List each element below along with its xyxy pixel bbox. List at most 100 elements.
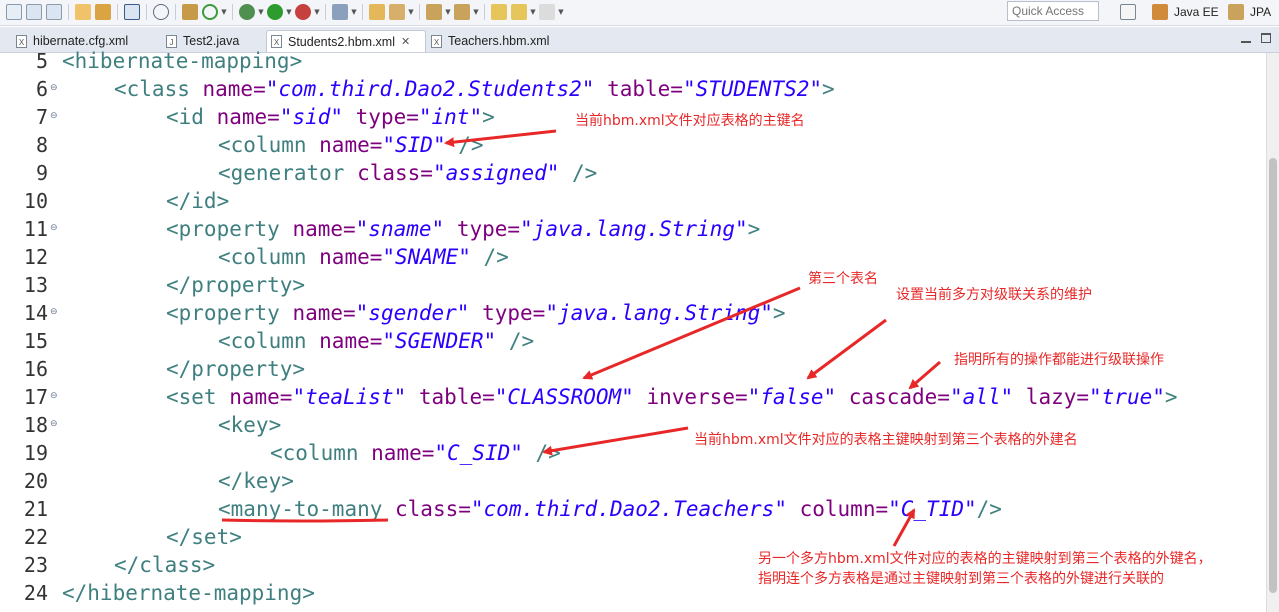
debug-icon[interactable] xyxy=(239,4,255,20)
code-line-9[interactable]: <generator class="assigned" /> xyxy=(218,159,597,187)
new-file-icon[interactable] xyxy=(6,4,22,20)
fold-toggle-icon[interactable]: ⊖ xyxy=(50,391,58,401)
edit-icon[interactable] xyxy=(389,4,405,20)
chevron-down-icon[interactable]: ▼ xyxy=(257,4,265,20)
code-line-17[interactable]: <set name="teaList" table="CLASSROOM" in… xyxy=(166,383,1178,411)
toolbar-file-group: ▼ ▼ ▼ ▼ ▼ ▼ ▼ ▼ ▼ ▼ xyxy=(4,3,565,21)
fold-toggle-icon[interactable]: ⊖ xyxy=(50,419,58,429)
next-annotation-icon[interactable] xyxy=(426,4,442,20)
chevron-down-icon[interactable]: ▼ xyxy=(350,4,358,20)
chevron-down-icon[interactable]: ▼ xyxy=(285,4,293,20)
back-icon[interactable] xyxy=(491,4,507,20)
line-number: 5 xyxy=(35,49,48,73)
skip-breakpoints-icon[interactable] xyxy=(153,4,169,20)
chevron-down-icon[interactable]: ▼ xyxy=(444,4,452,20)
code-line-23[interactable]: </class> xyxy=(114,551,215,579)
hierarchy-icon[interactable] xyxy=(75,4,91,20)
line-number: 11 xyxy=(23,217,48,241)
xml-attribute: name= xyxy=(279,301,356,325)
code-line-12[interactable]: <column name="SNAME" /> xyxy=(218,243,509,271)
xml-file-icon: X xyxy=(431,34,442,48)
code-line-18[interactable]: <key> xyxy=(218,411,281,439)
toolbar-separator xyxy=(117,4,118,20)
scrollbar-thumb[interactable] xyxy=(1269,158,1277,593)
line-number: 18 xyxy=(23,413,48,437)
code-line-11[interactable]: <property name="sname" type="java.lang.S… xyxy=(166,215,760,243)
back-arrow-icon[interactable] xyxy=(511,4,527,20)
minimize-icon[interactable] xyxy=(1241,33,1251,43)
xml-value: "all" xyxy=(949,385,1014,409)
code-line-7[interactable]: <id name="sid" type="int"> xyxy=(166,103,495,131)
jpa-icon xyxy=(1228,4,1244,20)
open-type-icon[interactable] xyxy=(95,4,111,20)
toolbar-separator xyxy=(68,4,69,20)
chevron-down-icon[interactable]: ▼ xyxy=(313,4,321,20)
console-icon[interactable] xyxy=(124,4,140,20)
xml-tag: <column xyxy=(218,133,307,157)
toolbar-separator xyxy=(232,4,233,20)
vertical-scrollbar[interactable] xyxy=(1266,53,1279,612)
line-number: 14 xyxy=(23,301,48,325)
tab-teachers-hbm[interactable]: X Teachers.hbm.xml xyxy=(427,30,567,52)
open-perspective-icon xyxy=(1120,4,1136,20)
previous-annotation-icon[interactable] xyxy=(454,4,470,20)
open-folder-icon[interactable] xyxy=(369,4,385,20)
code-line-21[interactable]: <many-to-many class="com.third.Dao2.Teac… xyxy=(218,495,1002,523)
line-number: 9 xyxy=(35,161,48,185)
code-line-6[interactable]: <class name="com.third.Dao2.Students2" t… xyxy=(114,75,835,103)
xml-tag: </id> xyxy=(166,189,230,213)
code-line-15[interactable]: <column name="SGENDER" /> xyxy=(218,327,534,355)
chevron-down-icon[interactable]: ▼ xyxy=(220,4,228,20)
xml-tag: /> xyxy=(496,329,535,353)
xml-attribute: column= xyxy=(786,497,889,521)
refresh-icon[interactable] xyxy=(202,4,218,20)
annotation-other-side-2: 指明连个多方表格是通过主键映射到第三个表格的外键进行关联的 xyxy=(758,571,1164,587)
code-line-8[interactable]: <column name="SID" /> xyxy=(218,131,484,159)
chevron-down-icon[interactable]: ▼ xyxy=(407,4,415,20)
xml-value: "STUDENTS2" xyxy=(682,77,823,101)
maximize-icon[interactable] xyxy=(1261,33,1271,43)
new-package-icon[interactable] xyxy=(182,4,198,20)
perspective-jpa[interactable]: JPA xyxy=(1226,2,1271,22)
xml-tag: /> xyxy=(470,245,509,269)
line-number: 20 xyxy=(23,469,48,493)
chevron-down-icon[interactable]: ▼ xyxy=(472,4,480,20)
code-line-22[interactable]: </set> xyxy=(166,523,242,551)
xml-tag: <property xyxy=(166,217,280,241)
code-line-14[interactable]: <property name="sgender" type="java.lang… xyxy=(166,299,786,327)
fold-toggle-icon[interactable]: ⊖ xyxy=(50,83,58,93)
chevron-down-icon[interactable]: ▼ xyxy=(529,4,537,20)
xml-value: "java.lang.String" xyxy=(520,217,748,241)
chevron-down-icon[interactable]: ▼ xyxy=(557,4,565,20)
save-icon[interactable] xyxy=(26,4,42,20)
fold-toggle-icon[interactable]: ⊖ xyxy=(50,307,58,317)
annotation-foreign-key: 当前hbm.xml文件对应的表格主键映射到第三个表格的外建名 xyxy=(694,432,1078,448)
quick-access-input[interactable] xyxy=(1007,1,1099,21)
perspective-java-ee[interactable]: Java EE xyxy=(1150,2,1219,22)
forward-arrow-icon[interactable] xyxy=(539,4,555,20)
open-web-browser-icon[interactable] xyxy=(332,4,348,20)
code-line-24[interactable]: </hibernate-mapping> xyxy=(62,579,315,607)
xml-value: "teaList" xyxy=(292,385,407,409)
code-line-13[interactable]: </property> xyxy=(166,271,305,299)
code-line-16[interactable]: </property> xyxy=(166,355,305,383)
line-number: 19 xyxy=(23,441,48,465)
save-all-icon[interactable] xyxy=(46,4,62,20)
fold-toggle-icon[interactable]: ⊖ xyxy=(50,111,58,121)
code-line-10[interactable]: </id> xyxy=(166,187,229,215)
xml-attribute: name= xyxy=(216,385,293,409)
code-line-5[interactable]: <hibernate-mapping> xyxy=(62,47,302,75)
code-line-20[interactable]: </key> xyxy=(218,467,294,495)
external-tools-icon[interactable] xyxy=(295,4,311,20)
fold-toggle-icon[interactable]: ⊖ xyxy=(50,223,58,233)
run-icon[interactable] xyxy=(267,4,283,20)
open-perspective-button[interactable] xyxy=(1118,2,1138,22)
xml-attribute: name= xyxy=(306,133,383,157)
toolbar-separator xyxy=(362,4,363,20)
xml-editor[interactable]: 5 6 7 8 9 10 11 12 13 14 15 16 17 18 19 … xyxy=(0,49,1279,612)
line-number: 12 xyxy=(23,245,48,269)
code-line-19[interactable]: <column name="C_SID" /> xyxy=(270,439,561,467)
close-icon[interactable]: ✕ xyxy=(401,35,410,48)
xml-attribute: table= xyxy=(406,385,495,409)
xml-attribute: name= xyxy=(279,217,356,241)
